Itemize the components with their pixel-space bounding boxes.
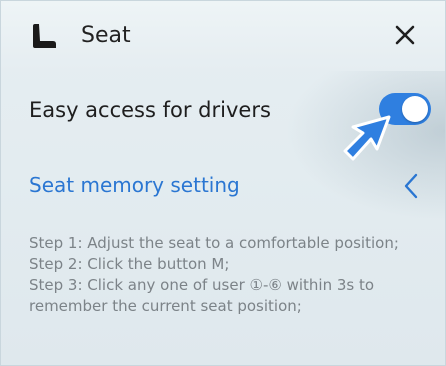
header: Seat — [1, 1, 445, 71]
page-title: Seat — [81, 23, 131, 48]
seat-settings-screen: Seat Easy access for drivers Seat memory… — [0, 0, 446, 366]
step-2: Step 2: Click the button M; — [29, 255, 230, 273]
step-3: Step 3: Click any one of user ①-⑥ within… — [29, 276, 375, 315]
chevron-left-icon[interactable] — [401, 171, 421, 201]
seat-icon — [29, 21, 59, 51]
instruction-steps: Step 1: Adjust the seat to a comfortable… — [29, 233, 434, 317]
easy-access-label: Easy access for drivers — [29, 98, 271, 122]
close-icon — [395, 25, 415, 45]
seat-memory-setting-link[interactable]: Seat memory setting — [29, 173, 240, 197]
close-button[interactable] — [387, 17, 423, 53]
toggle-knob — [402, 96, 428, 122]
pointer-arrow-icon — [337, 109, 397, 169]
step-1: Step 1: Adjust the seat to a comfortable… — [29, 234, 399, 252]
